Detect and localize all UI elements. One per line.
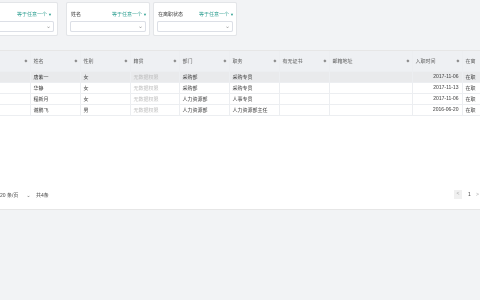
sort-icon[interactable]: ◆: [24, 58, 27, 63]
column-header[interactable]: 姓名 ◆: [30, 51, 81, 72]
table-header-row: ◆ 姓名 ◆ 性别 ◆ 籍贯 ◆ 部门 ◆ 职务 ◆ 有无证书 ◆ 邮箱地址 ◆ 入职时间 ◆ …: [0, 51, 480, 72]
table-cell: 2017-11-06: [412, 93, 463, 105]
table-cell: 无数据权限: [130, 71, 180, 83]
next-page-button[interactable]: >: [476, 192, 479, 198]
row-selector[interactable]: [0, 93, 31, 105]
table-cell: 女: [80, 93, 131, 105]
table-cell: 采购专员: [229, 71, 280, 83]
table-cell: [279, 104, 330, 116]
table-row[interactable]: 华静 女 无数据权限 采购部 采购专员 2017-11-13 在职: [0, 82, 480, 94]
table-cell: 采购部: [179, 82, 230, 94]
column-header[interactable]: 籍贯 ◆: [130, 51, 180, 72]
table-cell: [279, 93, 330, 105]
filter-bar: 等于任意一个▼ ⌄ 姓名 等于任意一个▼ ⌄ 在离职状态 等于任意一个▼ ⌄: [0, 0, 480, 40]
sort-icon[interactable]: ◆: [323, 58, 326, 63]
row-selector[interactable]: [0, 82, 31, 94]
table-cell: 无数据权限: [130, 93, 180, 105]
table-cell: [329, 104, 413, 116]
chevron-down-icon: ⌄: [137, 24, 143, 30]
filter-card-1: 等于任意一个▼ ⌄: [0, 2, 58, 36]
sort-icon[interactable]: ◆: [74, 58, 77, 63]
row-selector[interactable]: [0, 71, 31, 83]
filter-card-status: 在离职状态 等于任意一个▼ ⌄: [153, 2, 237, 36]
page-number[interactable]: 1: [468, 192, 471, 198]
table-cell: [329, 93, 413, 105]
filter-value-select[interactable]: ⌄: [0, 21, 54, 32]
sort-icon[interactable]: ◆: [223, 58, 226, 63]
chevron-down-icon: ⌄: [45, 24, 51, 30]
filter-label: 在离职状态: [158, 12, 184, 18]
table-cell: 唐紫一: [30, 71, 81, 83]
select-column-header: ◆: [0, 51, 31, 72]
page-size-select[interactable]: 20 条/页 ⌄: [0, 192, 31, 199]
table-row[interactable]: 唐紫一 女 无数据权限 采购部 采购专员 2017-11-06 在职: [0, 71, 480, 83]
table-row[interactable]: 谢鹏飞 男 无数据权限 人力资源部 人力资源部主任 2016-06-20 在职: [0, 104, 480, 116]
table-cell: 人力资源部: [179, 93, 230, 105]
data-table: ◆ 姓名 ◆ 性别 ◆ 籍贯 ◆ 部门 ◆ 职务 ◆ 有无证书 ◆ 邮箱地址 ◆ 入职时间 ◆ …: [0, 51, 480, 116]
column-header[interactable]: 入职时间 ◆: [412, 51, 463, 72]
column-header[interactable]: 职务 ◆: [229, 51, 280, 72]
table-cell: 女: [80, 71, 131, 83]
table-cell: 人力资源部主任: [229, 104, 280, 116]
pagination: 20 条/页 ⌄ 共4条 < 1 >: [0, 189, 480, 203]
table-cell: 女: [80, 82, 131, 94]
row-selector[interactable]: [0, 104, 31, 116]
table-cell: 谢鹏飞: [30, 104, 81, 116]
table-row[interactable]: 程新月 女 无数据权限 人力资源部 人事专员 2017-11-06 在职: [0, 93, 480, 105]
filter-operator-dropdown[interactable]: 等于任意一个▼: [17, 11, 52, 18]
filter-operator-dropdown[interactable]: 等于任意一个▼: [112, 11, 147, 18]
table-cell: 华静: [30, 82, 81, 94]
table-cell: 2017-11-13: [412, 82, 463, 94]
table-cell: [329, 71, 413, 83]
table-cell: 人事专员: [229, 93, 280, 105]
table-cell: 采购专员: [229, 82, 280, 94]
filter-label: 姓名: [71, 12, 82, 18]
sort-icon[interactable]: ◆: [124, 58, 127, 63]
table-cell: 男: [80, 104, 131, 116]
column-header[interactable]: 部门 ◆: [179, 51, 230, 72]
table-cell: 采购部: [179, 71, 230, 83]
column-header[interactable]: 在离: [462, 51, 480, 72]
data-table-panel: ◆ 姓名 ◆ 性别 ◆ 籍贯 ◆ 部门 ◆ 职务 ◆ 有无证书 ◆ 邮箱地址 ◆ 入职时间 ◆ …: [0, 50, 480, 210]
filter-value-select[interactable]: ⌄: [70, 21, 146, 32]
sort-icon[interactable]: ◆: [173, 58, 176, 63]
chevron-down-icon: ⌄: [224, 24, 230, 30]
table-cell: 在职: [462, 104, 480, 116]
table-cell: 无数据权限: [130, 82, 180, 94]
caret-down-icon: ▼: [48, 12, 52, 17]
column-header[interactable]: 有无证书 ◆: [279, 51, 330, 72]
total-count: 共4条: [36, 193, 49, 199]
caret-down-icon: ▼: [230, 12, 234, 17]
table-cell: [279, 71, 330, 83]
table-cell: 在职: [462, 93, 480, 105]
column-header[interactable]: 性别 ◆: [80, 51, 131, 72]
filter-operator-dropdown[interactable]: 等于任意一个▼: [199, 11, 234, 18]
table-cell: 在职: [462, 82, 480, 94]
table-cell: [329, 82, 413, 94]
table-cell: 无数据权限: [130, 104, 180, 116]
table-cell: 程新月: [30, 93, 81, 105]
caret-down-icon: ▼: [143, 12, 147, 17]
sort-icon[interactable]: ◆: [406, 58, 409, 63]
chevron-down-icon: ⌄: [26, 193, 31, 199]
prev-page-button[interactable]: <: [454, 190, 462, 199]
table-cell: 2016-06-20: [412, 104, 463, 116]
sort-icon[interactable]: ◆: [456, 58, 459, 63]
table-cell: 2017-11-06: [412, 71, 463, 83]
table-cell: 人力资源部: [179, 104, 230, 116]
column-header[interactable]: 邮箱地址 ◆: [329, 51, 413, 72]
sort-icon[interactable]: ◆: [273, 58, 276, 63]
filter-value-select[interactable]: ⌄: [157, 21, 233, 32]
filter-card-name: 姓名 等于任意一个▼ ⌄: [66, 2, 150, 36]
table-cell: 在职: [462, 71, 480, 83]
table-cell: [279, 82, 330, 94]
